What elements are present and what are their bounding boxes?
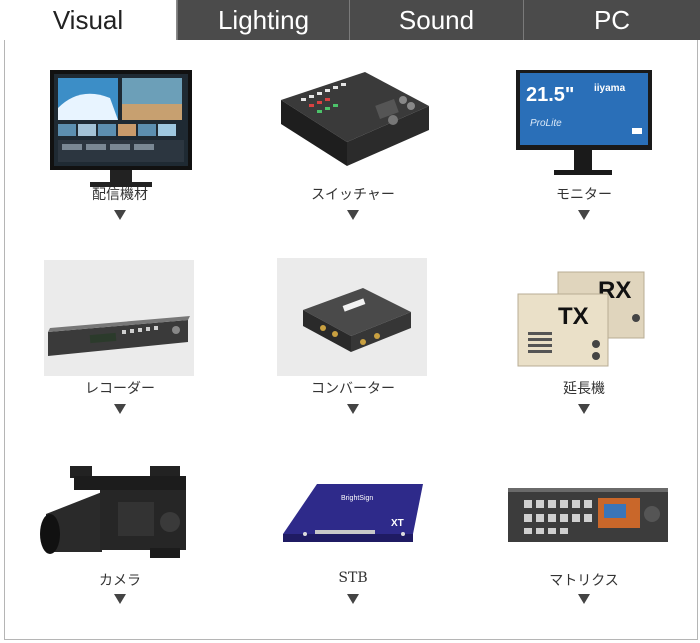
triangle-down-icon[interactable] [347, 594, 359, 604]
triangle-down-icon[interactable] [347, 210, 359, 220]
item-streaming[interactable]: 配信機材 [10, 68, 230, 248]
monitor-brand-text: iiyama [594, 83, 626, 94]
item-converter[interactable]: コンバーター [243, 258, 463, 438]
stb-model-text: XT [391, 518, 404, 529]
triangle-down-icon[interactable] [578, 594, 590, 604]
item-label: STB [338, 570, 368, 586]
tab-sound[interactable]: Sound [349, 0, 523, 40]
visual-panel: 配信機材 スイッチャー 21.5" iiyama ProLite モニター レコ… [4, 40, 698, 640]
item-label: レコーダー [85, 381, 155, 397]
triangle-down-icon[interactable] [114, 404, 126, 414]
triangle-down-icon[interactable] [347, 404, 359, 414]
monitor-size-text: 21.5" [526, 84, 574, 106]
triangle-down-icon[interactable] [114, 210, 126, 220]
tab-pc[interactable]: PC [523, 0, 700, 40]
item-label: 配信機材 [92, 187, 148, 203]
item-monitor[interactable]: 21.5" iiyama ProLite モニター [474, 68, 694, 248]
item-switcher[interactable]: スイッチャー [243, 68, 463, 248]
item-label: モニター [556, 187, 612, 203]
item-label: コンバーター [311, 381, 395, 397]
item-extender[interactable]: RX TX 延長機 [474, 258, 694, 438]
recorder-image [10, 258, 230, 396]
item-matrix[interactable]: マトリクス [474, 452, 694, 632]
item-label: スイッチャー [311, 187, 395, 203]
triangle-down-icon[interactable] [578, 210, 590, 220]
category-tabs: Visual Lighting Sound PC [0, 0, 700, 40]
tab-lighting[interactable]: Lighting [177, 0, 349, 40]
item-label: カメラ [99, 573, 141, 589]
item-label: マトリクス [549, 573, 619, 589]
extender-image: RX TX [474, 258, 694, 396]
converter-image [243, 258, 463, 396]
tab-visual[interactable]: Visual [0, 0, 177, 40]
triangle-down-icon[interactable] [114, 594, 126, 604]
monitor-series-text: ProLite [530, 118, 562, 129]
tx-label: TX [558, 303, 589, 330]
item-recorder[interactable]: レコーダー [10, 258, 230, 438]
item-stb[interactable]: BrightSign XT STB [243, 452, 463, 632]
triangle-down-icon[interactable] [578, 404, 590, 414]
item-camera[interactable]: カメラ [10, 452, 230, 632]
stb-brand-text: BrightSign [341, 495, 373, 502]
item-label: 延長機 [563, 381, 605, 397]
